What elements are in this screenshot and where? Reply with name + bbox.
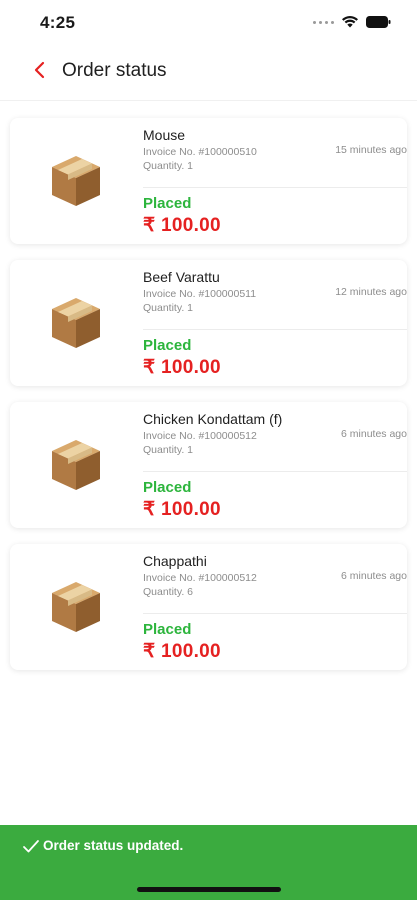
signal-icon [313, 20, 334, 24]
order-card[interactable]: Beef Varattu Invoice No. #100000511 Quan… [10, 260, 407, 386]
status-label: Placed [143, 337, 192, 354]
price: ₹ 100.00 [143, 357, 221, 378]
divider [143, 471, 407, 472]
package-box-icon [52, 156, 100, 206]
order-info: Mouse Invoice No. #100000510 Quantity. 1… [143, 127, 407, 173]
status-label: Placed [143, 621, 192, 638]
divider [143, 613, 407, 614]
quantity: Quantity. 1 [143, 444, 193, 456]
time-ago: 6 minutes ago [341, 428, 407, 440]
order-info: Chappathi Invoice No. #100000512 Quantit… [143, 553, 407, 599]
package-box-icon [52, 582, 100, 632]
back-button[interactable] [28, 58, 52, 82]
order-card[interactable]: Chappathi Invoice No. #100000512 Quantit… [10, 544, 407, 670]
package-box-icon [52, 298, 100, 348]
order-card[interactable]: Mouse Invoice No. #100000510 Quantity. 1… [10, 118, 407, 244]
item-name: Chappathi [143, 553, 207, 569]
price: ₹ 100.00 [143, 215, 221, 236]
item-name: Beef Varattu [143, 269, 220, 285]
quantity: Quantity. 6 [143, 586, 193, 598]
quantity: Quantity. 1 [143, 160, 193, 172]
price: ₹ 100.00 [143, 499, 221, 520]
divider [143, 187, 407, 188]
system-icons [313, 16, 391, 28]
app-header: Order status [0, 46, 417, 101]
time-ago: 15 minutes ago [335, 144, 407, 156]
home-indicator[interactable] [137, 887, 281, 892]
price: ₹ 100.00 [143, 641, 221, 662]
wifi-icon [342, 16, 358, 28]
order-info: Chicken Kondattam (f) Invoice No. #10000… [143, 411, 407, 457]
package-box-icon [52, 440, 100, 490]
chevron-left-icon [34, 61, 45, 79]
item-name: Mouse [143, 127, 186, 143]
item-name: Chicken Kondattam (f) [143, 411, 283, 427]
quantity: Quantity. 1 [143, 302, 193, 314]
status-label: Placed [143, 479, 192, 496]
status-time: 4:25 [40, 13, 76, 32]
divider [143, 329, 407, 330]
time-ago: 12 minutes ago [335, 286, 407, 298]
snackbar-message: Order status updated. [43, 838, 184, 853]
check-icon [23, 840, 39, 853]
order-list: Mouse Invoice No. #100000510 Quantity. 1… [10, 118, 407, 686]
order-card[interactable]: Chicken Kondattam (f) Invoice No. #10000… [10, 402, 407, 528]
order-info: Beef Varattu Invoice No. #100000511 Quan… [143, 269, 407, 315]
battery-icon [366, 16, 391, 28]
page-title: Order status [62, 60, 167, 81]
status-bar: 4:25 [0, 0, 417, 46]
time-ago: 6 minutes ago [341, 570, 407, 582]
status-label: Placed [143, 195, 192, 212]
